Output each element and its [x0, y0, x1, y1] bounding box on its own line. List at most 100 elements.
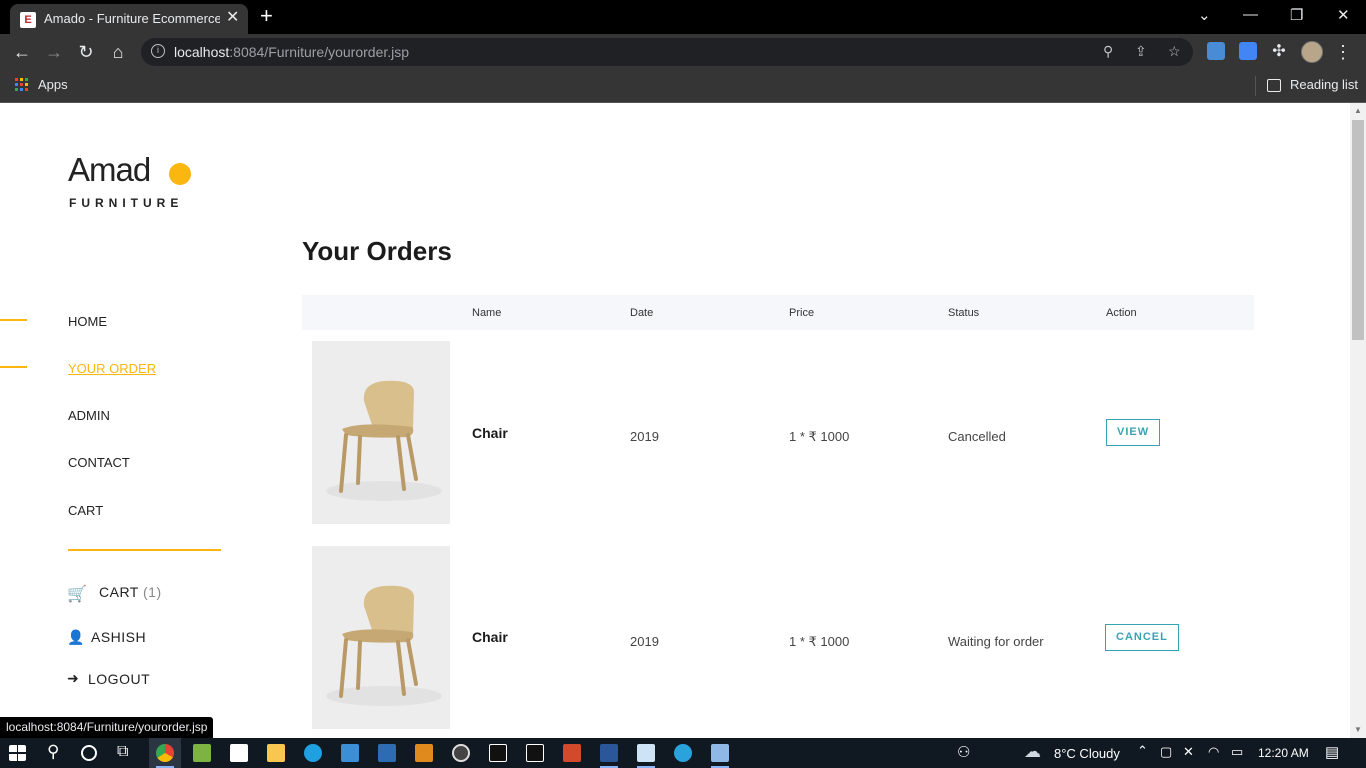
task-view-icon[interactable]: ⧉ [117, 743, 128, 761]
sublime-icon[interactable] [415, 744, 433, 762]
cart-icon: 🛒 [67, 586, 87, 603]
store-icon[interactable] [230, 744, 248, 762]
virtualbox-icon[interactable] [711, 744, 729, 762]
table-row: Chair 2019 1 * ₹ 1000 Cancelled VIEW [302, 341, 1254, 526]
tab-close-icon[interactable]: ✕ [226, 10, 239, 26]
pycharm-icon[interactable] [489, 744, 507, 762]
cart-count: (1) [143, 584, 162, 600]
people-icon[interactable]: ⚇ [957, 743, 970, 761]
restore-button[interactable]: ❐ [1290, 6, 1303, 24]
reload-icon[interactable]: ↻ [75, 41, 97, 63]
logout-icon: ➜ [67, 670, 79, 686]
close-window-button[interactable]: ✕ [1337, 6, 1350, 24]
url-host: localhost [174, 44, 230, 60]
weather-text[interactable]: 8°C Cloudy [1054, 746, 1120, 761]
nav-indicator-active [0, 366, 27, 368]
wifi-icon[interactable]: ◠ [1208, 744, 1219, 760]
side-cart-link[interactable]: CART (1) [99, 584, 162, 600]
windows-start-icon[interactable] [9, 745, 26, 761]
home-icon[interactable]: ⌂ [107, 41, 129, 63]
orders-table-header: Name Date Price Status Action [302, 295, 1254, 330]
page-title: Your Orders [302, 236, 452, 266]
order-date: 2019 [630, 634, 659, 649]
browser-tabstrip: E Amado - Furniture Ecommerce Te ✕ + ⌄ —… [0, 0, 1366, 34]
url-text[interactable]: localhost:8084/Furniture/yourorder.jsp [174, 44, 409, 60]
table-row: Chair 2019 1 * ₹ 1000 Waiting for order … [302, 546, 1254, 731]
telegram-icon[interactable] [674, 744, 692, 762]
browser-toolbar: ← → ↻ ⌂ i localhost:8084/Furniture/youro… [0, 34, 1366, 70]
minimize-button[interactable]: — [1243, 6, 1258, 23]
zoom-icon[interactable]: ⚲ [1103, 43, 1113, 60]
notifications-icon[interactable]: ▤ [1325, 743, 1339, 761]
user-icon: 👤 [67, 629, 85, 645]
intellij-icon[interactable] [526, 744, 544, 762]
chrome-icon[interactable] [156, 744, 174, 762]
menu-kebab-icon[interactable]: ⋮ [1332, 41, 1354, 63]
camera-icon[interactable]: ▢ [1160, 744, 1172, 760]
cancel-order-button[interactable]: CANCEL [1105, 624, 1179, 651]
extension-cube-icon[interactable] [1207, 42, 1225, 60]
apps-grid-icon[interactable] [15, 78, 28, 91]
nav-home[interactable]: HOME [68, 314, 107, 329]
bluestacks-icon[interactable] [193, 744, 211, 762]
tray-chevron-up-icon[interactable]: ⌃ [1137, 743, 1148, 759]
app-red-icon[interactable] [563, 744, 581, 762]
nav-contact[interactable]: CONTACT [68, 455, 130, 470]
extensions-puzzle-icon[interactable]: ✣ [1268, 41, 1290, 63]
nav-admin[interactable]: ADMIN [68, 408, 110, 423]
mail-icon[interactable] [341, 744, 359, 762]
scroll-thumb[interactable] [1352, 120, 1364, 340]
bookmark-apps[interactable]: Apps [38, 77, 68, 92]
notepad-icon[interactable] [637, 744, 655, 762]
nav-cart[interactable]: CART [68, 503, 103, 518]
speaker-muted-icon[interactable]: ✕ [1183, 744, 1194, 760]
order-status: Waiting for order [948, 634, 1044, 649]
reading-list-icon[interactable] [1267, 79, 1281, 92]
page-scrollbar[interactable]: ▲ ▼ [1350, 103, 1366, 738]
nav-your-order[interactable]: YOUR ORDER [68, 361, 156, 376]
col-action: Action [1106, 307, 1137, 319]
bookmark-star-icon[interactable]: ☆ [1168, 43, 1181, 60]
search-icon[interactable]: ⚲ [47, 742, 59, 762]
new-tab-button[interactable]: + [260, 5, 273, 27]
tab-title: Amado - Furniture Ecommerce Te [44, 11, 220, 26]
share-icon[interactable]: ⇪ [1135, 43, 1147, 60]
cloud-weather-icon[interactable]: ☁ [1024, 742, 1041, 762]
app-k-icon[interactable] [378, 744, 396, 762]
word-icon[interactable] [600, 744, 618, 762]
browser-tab[interactable]: E Amado - Furniture Ecommerce Te ✕ [10, 4, 248, 34]
forward-icon[interactable]: → [43, 41, 65, 63]
profile-avatar[interactable] [1301, 41, 1323, 63]
order-name: Chair [472, 629, 508, 645]
product-image[interactable] [312, 546, 450, 729]
cart-label: CART [99, 584, 139, 600]
order-status: Cancelled [948, 429, 1006, 444]
view-order-button[interactable]: VIEW [1106, 419, 1161, 446]
clock-time[interactable]: 12:20 AM [1258, 746, 1309, 760]
bookmarks-bar: Apps Reading list [0, 70, 1366, 103]
tab-search-icon[interactable]: ⌄ [1198, 6, 1211, 24]
scroll-down-icon[interactable]: ▼ [1354, 725, 1362, 734]
windows-taskbar: ⚲ ⧉ ⚇ ☁ 8°C Cloudy ⌃ ▢ ✕ ◠ ▭ 12:20 AM ▤ [0, 738, 1366, 768]
site-info-icon[interactable]: i [151, 44, 165, 58]
reading-list-button[interactable]: Reading list [1290, 77, 1358, 92]
col-name: Name [472, 307, 502, 319]
cortana-icon[interactable] [81, 745, 97, 761]
logo-dot [169, 163, 191, 185]
order-price: 1 * ₹ 1000 [789, 634, 850, 649]
file-explorer-icon[interactable] [267, 744, 285, 762]
scroll-up-icon[interactable]: ▲ [1354, 106, 1362, 115]
edge-icon[interactable] [304, 744, 322, 762]
address-bar[interactable]: i localhost:8084/Furniture/yourorder.jsp… [141, 38, 1193, 66]
product-image[interactable] [312, 341, 450, 524]
logo-text[interactable]: Amad [68, 151, 151, 189]
obs-icon[interactable] [452, 744, 470, 762]
nav-indicator [0, 319, 27, 321]
google-translate-icon[interactable] [1239, 42, 1257, 60]
logout-link[interactable]: LOGOUT [88, 671, 150, 687]
battery-icon[interactable]: ▭ [1231, 744, 1243, 760]
back-icon[interactable]: ← [11, 41, 33, 63]
user-name-link[interactable]: ASHISH [91, 629, 146, 645]
order-price: 1 * ₹ 1000 [789, 429, 850, 444]
col-date: Date [630, 307, 654, 319]
